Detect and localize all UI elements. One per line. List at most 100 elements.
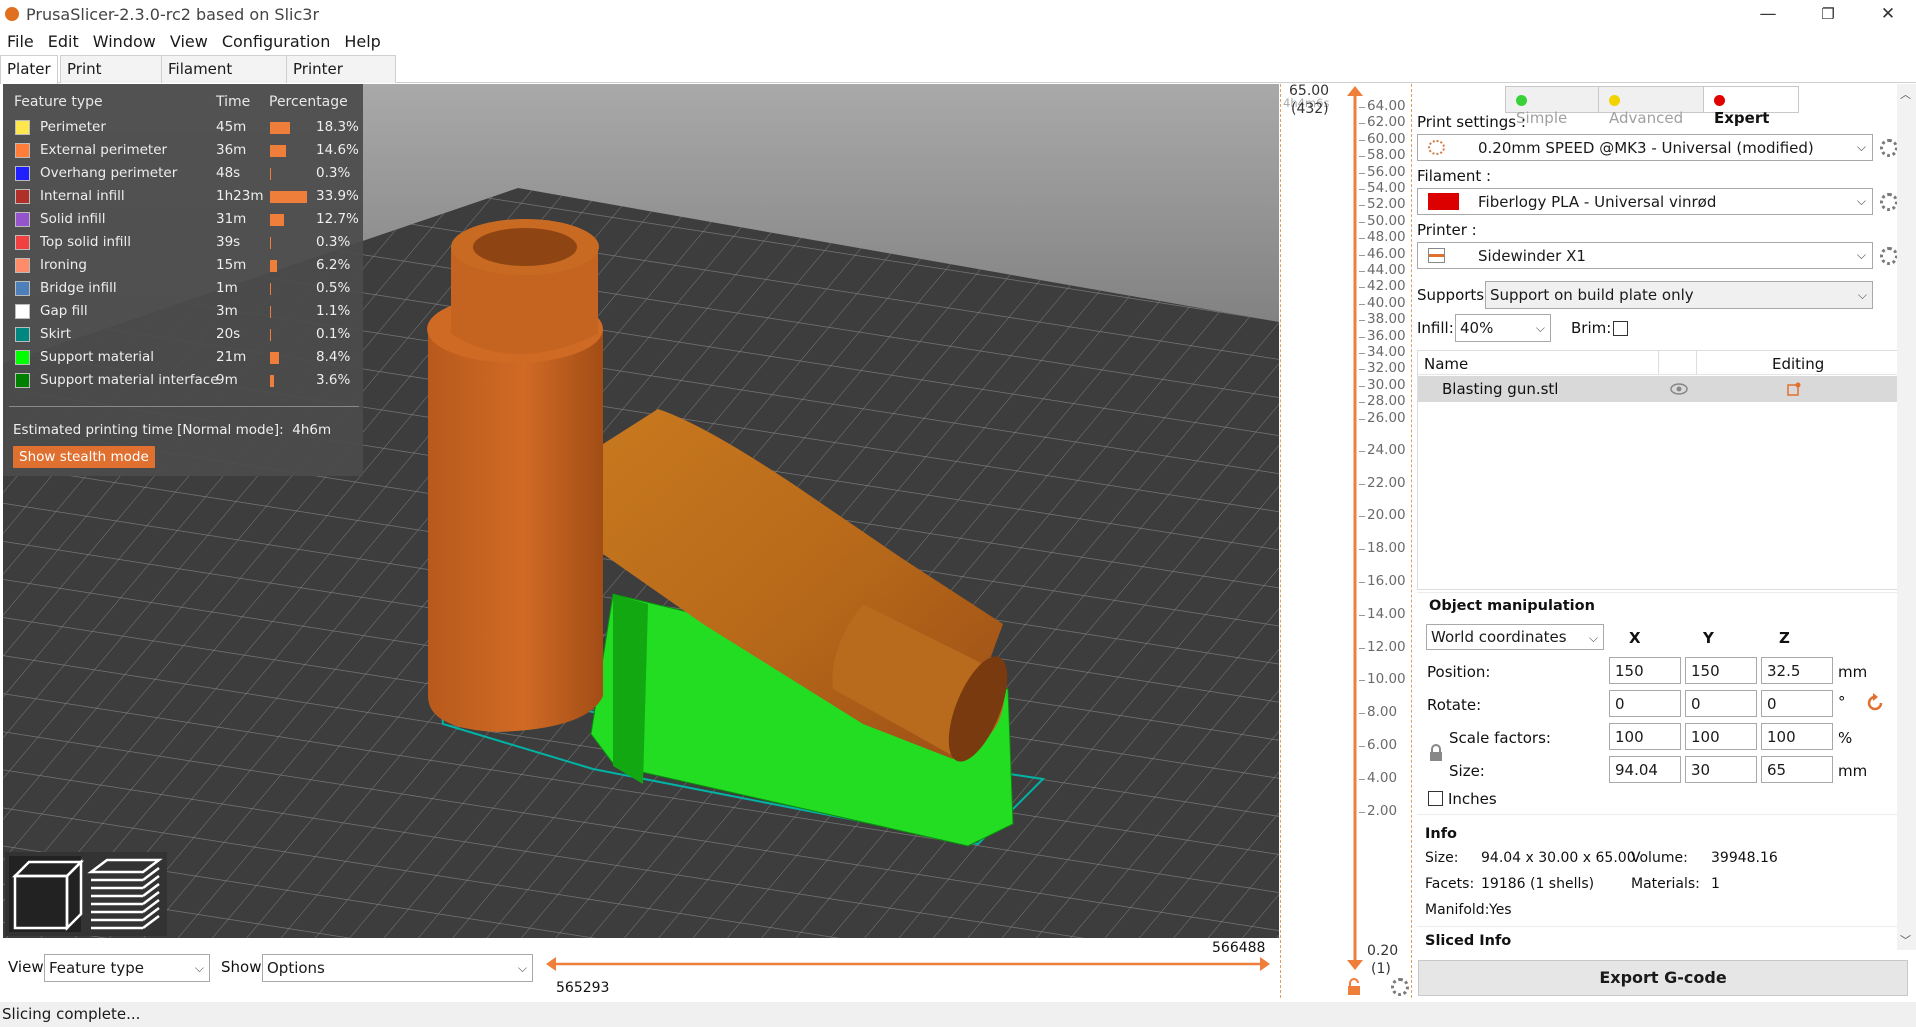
filament-select[interactable]: Fiberlogy PLA - Universal vinrød ⌵ bbox=[1417, 188, 1873, 215]
rotate-z-input[interactable]: 0 bbox=[1761, 690, 1833, 717]
layer-tick-label: 56.00 bbox=[1367, 163, 1406, 180]
layer-tick-mark bbox=[1359, 582, 1365, 583]
mode-advanced-button[interactable]: Advanced bbox=[1598, 86, 1704, 127]
minimize-button[interactable]: — bbox=[1740, 0, 1796, 30]
slider-left-thumb-icon[interactable] bbox=[546, 957, 556, 971]
menu-file[interactable]: File bbox=[0, 30, 41, 53]
editing-column-header[interactable]: Editing bbox=[1772, 355, 1824, 373]
legend-color-swatch bbox=[15, 304, 30, 319]
scroll-down-icon[interactable]: ﹀ bbox=[1900, 932, 1911, 948]
size-z-input[interactable]: 65 bbox=[1761, 756, 1833, 783]
legend-feature-percentage: 0.1% bbox=[316, 326, 351, 342]
position-y-input[interactable]: 150 bbox=[1685, 657, 1757, 684]
object-row[interactable]: Blasting gun.stl bbox=[1418, 376, 1898, 402]
layer-tick-mark bbox=[1359, 402, 1365, 404]
filament-gear-icon[interactable] bbox=[1880, 193, 1898, 211]
legend-row[interactable]: Support material interface 9m 3.6% bbox=[3, 370, 363, 393]
legend-row[interactable]: Ironing 15m 6.2% bbox=[3, 255, 363, 278]
legend-row[interactable]: Skirt 20s 0.1% bbox=[3, 324, 363, 347]
scale-x-input[interactable]: 100 bbox=[1609, 723, 1681, 750]
sidebar-scrollbar[interactable]: ︿ ﹀ bbox=[1897, 84, 1916, 950]
menu-configuration[interactable]: Configuration bbox=[215, 30, 338, 53]
scroll-up-icon[interactable]: ︿ bbox=[1900, 86, 1911, 102]
printer-gear-icon[interactable] bbox=[1880, 247, 1898, 265]
mode-simple-button[interactable]: Simple bbox=[1505, 86, 1599, 127]
close-button[interactable]: ✕ bbox=[1860, 0, 1916, 30]
coordinate-system-select[interactable]: World coordinates ⌵ bbox=[1426, 624, 1604, 650]
show-label: Show bbox=[221, 958, 262, 976]
legend-row[interactable]: Gap fill 3m 1.1% bbox=[3, 301, 363, 324]
layer-tick-label: 40.00 bbox=[1367, 294, 1406, 311]
position-x-input[interactable]: 150 bbox=[1609, 657, 1681, 684]
legend-row[interactable]: Bridge infill 1m 0.5% bbox=[3, 278, 363, 301]
print-settings-gear-icon[interactable] bbox=[1880, 139, 1898, 157]
layer-tick-mark bbox=[1359, 205, 1365, 207]
layer-tick-mark bbox=[1359, 811, 1365, 813]
legend-row[interactable]: Perimeter 45m 18.3% bbox=[3, 117, 363, 140]
brim-checkbox[interactable] bbox=[1613, 321, 1628, 336]
tab-filament-settings[interactable]: Filament Settings bbox=[161, 55, 287, 105]
legend-feature-name: External perimeter bbox=[40, 142, 168, 158]
layer-tick-mark bbox=[1359, 385, 1365, 387]
legend-row[interactable]: Support material 21m 8.4% bbox=[3, 347, 363, 370]
layer-bottom-index: (1) bbox=[1371, 961, 1391, 977]
menu-view[interactable]: View bbox=[163, 30, 215, 53]
legend-row[interactable]: Internal infill 1h23m 33.9% bbox=[3, 186, 363, 209]
export-gcode-button[interactable]: Export G-code bbox=[1418, 960, 1908, 996]
reset-rotation-icon[interactable] bbox=[1865, 693, 1885, 713]
tab-printer-settings[interactable]: Printer Settings bbox=[286, 55, 396, 105]
chevron-down-icon: ⌵ bbox=[1856, 140, 1866, 154]
view-type-select[interactable]: Feature type ⌵ bbox=[44, 954, 210, 982]
layer-tick-mark bbox=[1359, 450, 1365, 452]
support-face bbox=[613, 594, 648, 784]
3d-view-icon[interactable] bbox=[9, 856, 85, 932]
position-z-input[interactable]: 32.5 bbox=[1761, 657, 1833, 684]
printer-select[interactable]: Sidewinder X1 ⌵ bbox=[1417, 242, 1873, 269]
show-options-select[interactable]: Options ⌵ bbox=[262, 954, 533, 982]
scale-z-input[interactable]: 100 bbox=[1761, 723, 1833, 750]
scale-lock-icon[interactable] bbox=[1428, 744, 1444, 762]
layer-slider[interactable]: 65.00 4h4m6s (432) 64.00 62.00 60.00 58.00 5… bbox=[1280, 83, 1412, 998]
menu-edit[interactable]: Edit bbox=[41, 30, 86, 53]
legend-row[interactable]: Solid infill 31m 12.7% bbox=[3, 209, 363, 232]
infill-select[interactable]: 40% ⌵ bbox=[1455, 314, 1551, 342]
rotate-x-input[interactable]: 0 bbox=[1609, 690, 1681, 717]
layer-tick-label: 20.00 bbox=[1367, 507, 1406, 524]
legend-row[interactable]: Overhang perimeter 48s 0.3% bbox=[3, 163, 363, 186]
name-column-header[interactable]: Name bbox=[1424, 355, 1468, 373]
scale-y-input[interactable]: 100 bbox=[1685, 723, 1757, 750]
horizontal-slider[interactable] bbox=[544, 952, 1272, 976]
legend-feature-name: Solid infill bbox=[40, 211, 106, 227]
tab-print-settings[interactable]: Print Settings bbox=[60, 55, 162, 105]
menu-help[interactable]: Help bbox=[337, 30, 387, 53]
visibility-eye-icon[interactable] bbox=[1670, 383, 1688, 395]
size-y-input[interactable]: 30 bbox=[1685, 756, 1757, 783]
supports-select[interactable]: Support on build plate only ⌵ bbox=[1485, 281, 1873, 309]
legend-row[interactable]: External perimeter 36m 14.6% bbox=[3, 140, 363, 163]
filament-label: Filament : bbox=[1417, 167, 1492, 185]
supports-value: Support on build plate only bbox=[1490, 286, 1694, 304]
slider-right-thumb-icon[interactable] bbox=[1260, 957, 1270, 971]
legend-divider bbox=[9, 406, 359, 407]
edit-object-icon[interactable] bbox=[1786, 381, 1802, 397]
layer-bottom-thumb-icon[interactable] bbox=[1347, 960, 1363, 970]
layer-settings-gear-icon[interactable] bbox=[1391, 978, 1409, 996]
inches-checkbox[interactable] bbox=[1428, 791, 1443, 806]
info-materials-label: Materials: bbox=[1631, 876, 1700, 892]
lock-icon[interactable] bbox=[1345, 978, 1363, 996]
size-x-input[interactable]: 94.04 bbox=[1609, 756, 1681, 783]
maximize-button[interactable]: ❐ bbox=[1800, 0, 1856, 30]
sliced-layers-icon[interactable] bbox=[87, 858, 163, 930]
tab-plater[interactable]: Plater bbox=[0, 55, 58, 84]
legend-row[interactable]: Top solid infill 39s 0.3% bbox=[3, 232, 363, 255]
show-stealth-mode-button[interactable]: Show stealth mode bbox=[13, 446, 155, 468]
rotate-y-input[interactable]: 0 bbox=[1685, 690, 1757, 717]
legend-feature-time: 39s bbox=[216, 234, 241, 250]
print-settings-select[interactable]: 0.20mm SPEED @MK3 - Universal (modified)… bbox=[1417, 134, 1873, 161]
legend-color-swatch bbox=[15, 143, 30, 158]
layer-tick-mark bbox=[1359, 353, 1365, 354]
menu-window[interactable]: Window bbox=[86, 30, 163, 53]
layer-top-thumb-icon[interactable] bbox=[1347, 86, 1363, 96]
position-label: Position: bbox=[1427, 663, 1491, 681]
mode-expert-button[interactable]: Expert bbox=[1703, 86, 1799, 127]
